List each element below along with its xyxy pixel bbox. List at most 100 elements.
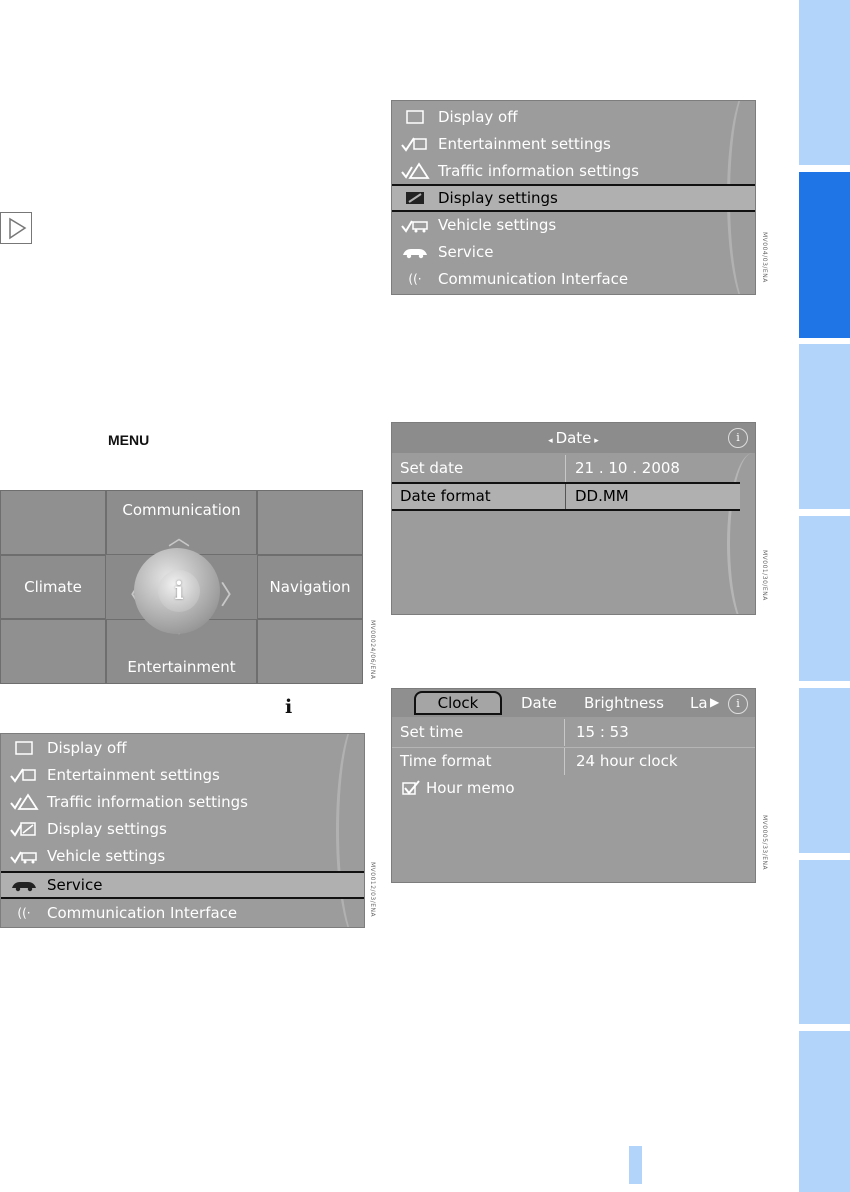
menu-item-entertainment-settings[interactable]: Entertainment settings [392,130,755,157]
triangle-right-icon [9,217,27,240]
menu-item-label: Communication Interface [47,903,238,922]
cell-bottom-left [0,619,106,684]
row-value: 24 hour clock [576,752,678,770]
entertainment-settings-icon [1,766,47,784]
figure-code: MV00024/06/ENA [369,620,376,680]
communication-icon: ((· [408,271,422,286]
side-tab-5 [799,688,850,853]
chevron-right-icon: 〉 [220,581,247,611]
menu-item-display-off[interactable]: Display off [1,734,364,761]
info-symbol: i [285,696,293,718]
tab-language[interactable]: La [690,694,708,712]
vehicle-settings-icon [1,847,47,865]
checkbox-label: Hour memo [426,779,515,797]
menu-item-display-off[interactable]: Display off [392,103,755,130]
figure-code: MV0012/03/ENA [369,862,376,918]
menu-item-label: Traffic information settings [47,792,248,811]
row-divider [565,455,566,482]
menu-item-communication-interface[interactable]: ((· Communication Interface [1,899,364,926]
tab-clock[interactable]: Clock [414,691,502,715]
date-row-date-format[interactable]: Date format DD.MM [392,482,740,511]
menu-item-label: Service [438,242,494,261]
row-value: 15 : 53 [576,723,629,741]
square-icon [392,109,438,125]
menu-item-label: Vehicle settings [438,215,557,234]
row-divider [564,719,565,746]
climate-label: Climate [24,578,82,596]
clock-row-time-format[interactable]: Time format 24 hour clock [392,747,755,775]
row-divider [565,484,566,509]
arrow-right-icon[interactable]: ▸ [591,436,599,446]
row-label: Date format [400,487,491,505]
side-tab-active [799,172,850,338]
hour-memo-checkbox[interactable]: Hour memo [402,779,515,797]
continue-marker [0,212,32,244]
menu-item-label: Display off [438,107,518,126]
controller-menu-screen: Communication Climate Navigation Enterta… [0,490,363,684]
clock-tab-bar: Clock Date Brightness La ▶ i [392,689,755,717]
info-icon[interactable]: i [728,428,748,448]
car-icon [1,877,47,893]
side-tab-7 [799,1031,850,1192]
date-row-set-date[interactable]: Set date 21 . 10 . 2008 [392,455,732,482]
menu-item-traffic-settings[interactable]: Traffic information settings [392,157,755,184]
date-title: ◂ Date ▸ [392,429,755,447]
row-divider [564,748,565,775]
menu-item-display-settings[interactable]: Display settings [392,184,755,212]
side-tab-1 [799,0,850,165]
arrow-left-icon[interactable]: ◂ [548,436,555,446]
vehicle-settings-icon [392,216,438,234]
cell-top-left [0,490,106,555]
menu-item-communication-interface[interactable]: ((· Communication Interface [392,265,755,292]
checkbox-checked-icon [402,780,420,795]
row-value: 21 . 10 . 2008 [575,459,680,477]
entertainment-settings-icon [392,135,438,153]
square-icon [1,740,47,756]
tab-scroll-right-icon[interactable]: ▶ [710,695,719,709]
date-title-text: Date [555,429,592,447]
menu-item-label: Display settings [47,819,167,838]
menu-item-entertainment-settings[interactable]: Entertainment settings [1,761,364,788]
menu-item-traffic-settings[interactable]: Traffic information settings [1,788,364,815]
menu-item-label: Traffic information settings [438,161,639,180]
settings-menu-screen-bottom: Display off Entertainment settings Traff… [0,733,365,928]
display-settings-icon [392,190,438,206]
communication-label: Communication [122,501,241,519]
menu-item-label: Display off [47,738,127,757]
menu-item-label: Display settings [438,189,558,207]
page-number-bar [629,1146,642,1184]
menu-item-service[interactable]: Service [1,871,364,899]
menu-label: MENU [108,432,150,448]
traffic-warning-icon [392,161,438,180]
cell-top-right [257,490,363,555]
car-icon [392,244,438,260]
cell-climate[interactable]: Climate [0,555,106,619]
menu-item-label: Vehicle settings [47,846,166,865]
navigation-label: Navigation [269,578,351,596]
clock-settings-screen: Clock Date Brightness La ▶ i Set time 15… [391,688,756,883]
date-settings-screen: ◂ Date ▸ i Set date 21 . 10 . 2008 Date … [391,422,756,615]
row-value: DD.MM [575,487,629,505]
entertainment-label: Entertainment [127,658,236,676]
info-knob-icon: i [158,570,200,612]
tab-date[interactable]: Date [521,694,557,712]
info-icon[interactable]: i [728,694,748,714]
menu-item-vehicle-settings[interactable]: Vehicle settings [392,211,755,238]
tab-brightness[interactable]: Brightness [584,694,664,712]
menu-item-label: Entertainment settings [47,765,220,784]
display-settings-icon [1,820,47,838]
traffic-warning-icon [1,792,47,811]
menu-item-vehicle-settings[interactable]: Vehicle settings [1,842,364,869]
figure-code: MV004/03/ENA [761,232,768,283]
menu-item-service[interactable]: Service [392,238,755,265]
menu-item-display-settings[interactable]: Display settings [1,815,364,842]
side-tab-4 [799,516,850,681]
clock-row-set-time[interactable]: Set time 15 : 53 [392,719,755,746]
figure-code: MV0005/33/ENA [761,815,768,871]
side-tab-3 [799,344,850,509]
menu-item-label: Entertainment settings [438,134,611,153]
communication-icon: ((· [17,905,31,920]
cell-navigation[interactable]: Navigation [257,555,363,619]
side-tab-6 [799,860,850,1024]
date-title-bar: ◂ Date ▸ i [392,423,755,453]
